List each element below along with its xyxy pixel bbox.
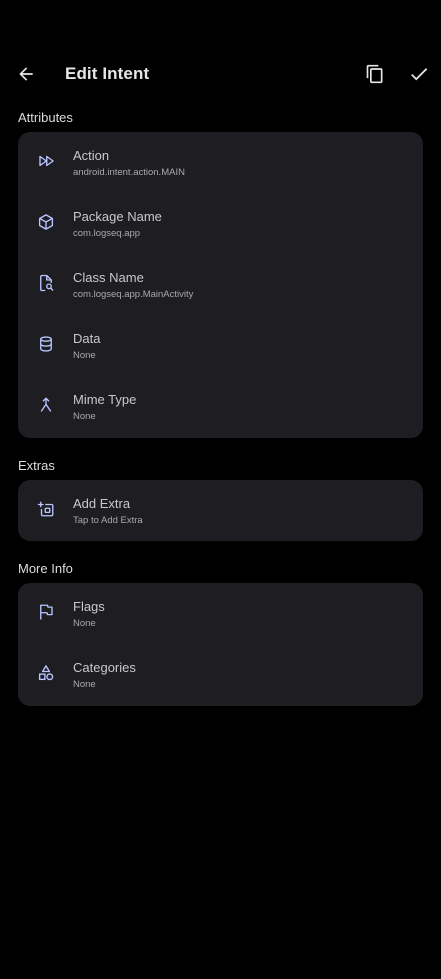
extras-card: Add Extra Tap to Add Extra [18,480,423,541]
attribute-row-package-name[interactable]: Package Name com.logseq.app [18,193,423,254]
info-title: Flags [73,599,105,614]
add-extra-icon [37,501,54,517]
checkmark-icon [411,68,428,81]
attribute-title: Action [73,148,110,163]
section-label-more-info: More Info [18,561,73,576]
top-app-bar: Edit Intent [0,44,441,104]
attribute-row-mime-type[interactable]: Mime Type None [18,376,423,437]
fast-forward-icon [39,155,54,167]
info-row-categories[interactable]: Categories None [18,644,423,705]
attribute-value: None [73,411,96,422]
attribute-title: Mime Type [73,392,137,407]
section-label-attributes: Attributes [18,110,73,125]
info-title: Categories [73,660,136,675]
merge-icon [40,397,52,412]
attribute-title: Class Name [73,270,144,285]
extra-subtitle: Tap to Add Extra [73,515,143,526]
attribute-value: None [73,350,96,361]
section-label-extras: Extras [18,458,55,473]
attribute-title: Data [73,331,101,346]
flag-icon [40,604,53,620]
file-search-icon [40,274,54,292]
more-info-card: Flags None Categories None [18,583,423,706]
attribute-value: android.intent.action.MAIN [73,167,185,178]
package-icon [38,214,54,230]
info-row-flags[interactable]: Flags None [18,583,423,644]
attribute-row-class-name[interactable]: Class Name com.logseq.app.MainActivity [18,254,423,315]
add-extra-row[interactable]: Add Extra Tap to Add Extra [18,480,423,541]
database-icon [40,336,52,352]
attribute-value: com.logseq.app [73,228,141,239]
back-button[interactable] [8,56,44,92]
info-value: None [73,679,96,690]
shapes-icon [38,665,54,681]
attribute-title: Package Name [73,209,162,224]
confirm-button[interactable] [401,56,437,92]
attribute-row-action[interactable]: Action android.intent.action.MAIN [18,132,423,193]
info-value: None [73,618,96,629]
page-title: Edit Intent [65,64,150,83]
attribute-row-data[interactable]: Data None [18,315,423,376]
arrow-left-icon [19,67,33,81]
attribute-value: com.logseq.app.MainActivity [73,289,194,300]
extra-title: Add Extra [73,496,131,511]
attributes-card: Action android.intent.action.MAIN Packag… [18,132,423,438]
copy-icon [366,64,383,84]
copy-button[interactable] [357,56,393,92]
